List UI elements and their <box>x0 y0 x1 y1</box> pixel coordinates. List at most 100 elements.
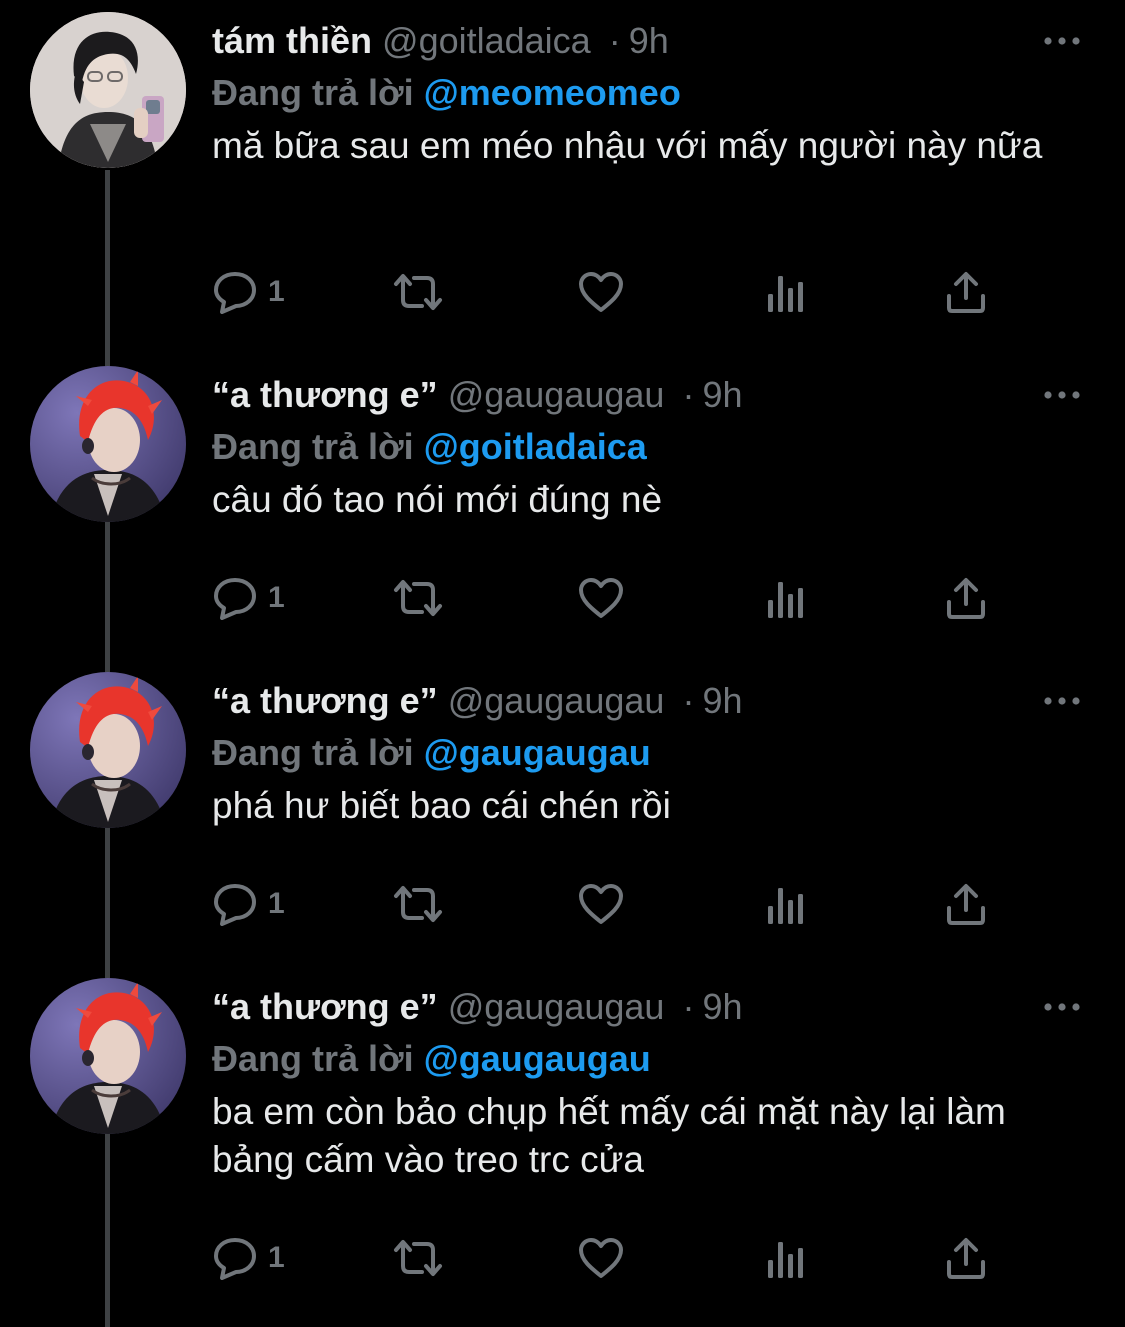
share-icon <box>947 272 985 313</box>
separator: · <box>682 986 695 1027</box>
avatar[interactable] <box>30 978 186 1134</box>
views-button[interactable] <box>765 266 807 318</box>
replying-to: Đang trả lời @meomeomeo <box>212 70 681 116</box>
views-button[interactable] <box>765 1232 807 1284</box>
handle[interactable]: @gaugaugau <box>448 986 665 1027</box>
display-name[interactable]: “a thương e” <box>212 986 438 1027</box>
share-icon <box>947 884 985 925</box>
reply-button[interactable]: 1 <box>212 1232 285 1284</box>
display-name[interactable]: “a thương e” <box>212 374 438 415</box>
share-button[interactable] <box>944 572 988 624</box>
avatar[interactable] <box>30 12 186 168</box>
display-name[interactable]: tám thiền <box>212 20 372 61</box>
retweet-button[interactable] <box>390 1232 446 1284</box>
reply-count: 1 <box>268 581 285 614</box>
reply-mention-link[interactable]: @gaugaugau <box>424 732 651 773</box>
separator: · <box>682 680 695 721</box>
replying-to-label: Đang trả lời <box>212 72 414 113</box>
tweet[interactable]: “a thương e” @gaugaugau · 9h Đang trả lời… <box>0 660 1125 966</box>
timestamp[interactable]: 9h <box>702 986 742 1027</box>
share-button[interactable] <box>944 266 988 318</box>
tweet[interactable]: tám thiền @goitladaica · 9h Đang trả lời … <box>0 0 1125 350</box>
like-icon <box>579 578 623 618</box>
replying-to: Đang trả lời @gaugaugau <box>212 730 651 776</box>
retweet-icon <box>394 274 442 310</box>
reply-count: 1 <box>268 1241 285 1274</box>
avatar-image <box>30 366 186 522</box>
tweet-text: mă bữa sau em méo nhậu với mấy người này… <box>212 125 1043 166</box>
replying-to-label: Đang trả lời <box>212 1038 414 1079</box>
share-icon <box>947 578 985 619</box>
tweet[interactable]: “a thương e” @gaugaugau · 9h Đang trả lời… <box>0 966 1125 1327</box>
more-icon[interactable] <box>1040 26 1084 56</box>
action-bar: 1 <box>212 1232 1012 1284</box>
tweet-header: “a thương e” @gaugaugau · 9h <box>212 984 743 1030</box>
tweet-text: ba em còn bảo chụp hết mấy cái mặt này l… <box>212 1091 1006 1180</box>
views-button[interactable] <box>765 572 807 624</box>
like-button[interactable] <box>577 878 625 930</box>
like-icon <box>579 884 623 924</box>
reply-mention-link[interactable]: @gaugaugau <box>424 1038 651 1079</box>
tweet-text: câu đó tao nói mới đúng nè <box>212 479 663 520</box>
retweet-icon <box>394 1240 442 1276</box>
views-icon <box>768 888 803 924</box>
handle[interactable]: @gaugaugau <box>448 680 665 721</box>
retweet-button[interactable] <box>390 572 446 624</box>
avatar[interactable] <box>30 672 186 828</box>
display-name[interactable]: “a thương e” <box>212 680 438 721</box>
like-button[interactable] <box>577 266 625 318</box>
reply-icon <box>214 578 256 620</box>
action-bar: 1 <box>212 266 1012 318</box>
reply-icon <box>214 1238 256 1280</box>
views-button[interactable] <box>765 878 807 930</box>
tweet-text: phá hư biết bao cái chén rồi <box>212 785 671 826</box>
handle[interactable]: @goitladaica <box>382 20 591 61</box>
reply-mention-link[interactable]: @meomeomeo <box>424 72 681 113</box>
more-icon[interactable] <box>1040 686 1084 716</box>
views-icon <box>768 582 803 618</box>
avatar-image <box>30 672 186 828</box>
reply-icon <box>214 884 256 926</box>
tweet[interactable]: “a thương e” @gaugaugau · 9h Đang trả lời… <box>0 354 1125 660</box>
like-icon <box>579 272 623 312</box>
separator: · <box>608 20 621 61</box>
like-button[interactable] <box>577 572 625 624</box>
tweet-header: tám thiền @goitladaica · 9h <box>212 18 669 64</box>
retweet-icon <box>394 886 442 922</box>
timestamp[interactable]: 9h <box>629 20 669 61</box>
action-bar: 1 <box>212 572 1012 624</box>
avatar-image <box>30 978 186 1134</box>
views-icon <box>768 1242 803 1278</box>
share-button[interactable] <box>944 878 988 930</box>
like-button[interactable] <box>577 1232 625 1284</box>
reply-icon <box>214 272 256 314</box>
retweet-button[interactable] <box>390 878 446 930</box>
retweet-icon <box>394 580 442 616</box>
share-button[interactable] <box>944 1232 988 1284</box>
avatar[interactable] <box>30 366 186 522</box>
timestamp[interactable]: 9h <box>702 374 742 415</box>
replying-to-label: Đang trả lời <box>212 732 414 773</box>
like-icon <box>579 1238 623 1278</box>
reply-button[interactable]: 1 <box>212 266 285 318</box>
replying-to: Đang trả lời @gaugaugau <box>212 1036 651 1082</box>
timestamp[interactable]: 9h <box>702 680 742 721</box>
reply-button[interactable]: 1 <box>212 572 285 624</box>
tweet-header: “a thương e” @gaugaugau · 9h <box>212 372 743 418</box>
reply-count: 1 <box>268 275 285 308</box>
more-icon[interactable] <box>1040 380 1084 410</box>
replying-to-label: Đang trả lời <box>212 426 414 467</box>
replying-to: Đang trả lời @goitladaica <box>212 424 647 470</box>
reply-button[interactable]: 1 <box>212 878 285 930</box>
separator: · <box>682 374 695 415</box>
action-bar: 1 <box>212 878 1012 930</box>
handle[interactable]: @gaugaugau <box>448 374 665 415</box>
views-icon <box>768 276 803 312</box>
more-icon[interactable] <box>1040 992 1084 1022</box>
tweet-header: “a thương e” @gaugaugau · 9h <box>212 678 743 724</box>
avatar-image <box>30 12 186 168</box>
retweet-button[interactable] <box>390 266 446 318</box>
share-icon <box>947 1238 985 1279</box>
reply-mention-link[interactable]: @goitladaica <box>424 426 647 467</box>
reply-count: 1 <box>268 887 285 920</box>
